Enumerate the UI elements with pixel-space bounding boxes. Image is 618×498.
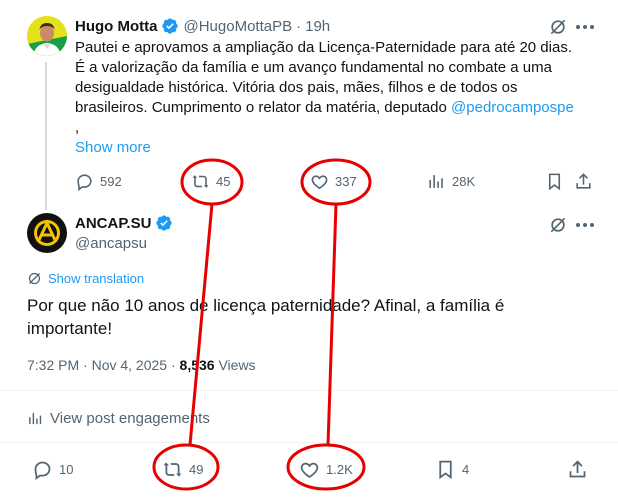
- bookmark-button[interactable]: 4: [435, 459, 469, 480]
- views-icon: [427, 172, 446, 191]
- show-translation-link[interactable]: Show translation: [27, 271, 144, 286]
- avatar-hugo-motta[interactable]: [27, 16, 67, 56]
- author-handle[interactable]: @ancapsu: [75, 235, 147, 252]
- verified-badge-icon: [161, 17, 179, 35]
- like-button[interactable]: 1.2K: [299, 459, 353, 480]
- repost-count: 49: [189, 462, 204, 477]
- header-separator: ·: [296, 17, 302, 35]
- repost-button[interactable]: 49: [162, 459, 203, 480]
- tweet2-meta: 7:32 PM · Nov 4, 2025 · 8,536 Views: [27, 357, 256, 373]
- mention-link[interactable]: @pedrocampospe: [451, 99, 574, 116]
- tweet2-views-count: 8,536: [179, 357, 215, 373]
- tweet2-text: Por que não 10 anos de licença paternida…: [27, 294, 587, 340]
- bookmark-count: 4: [462, 462, 470, 477]
- verified-badge-icon: [155, 214, 173, 232]
- tweet1-line-1: Pautei e aprovamos a ampliação da Licenç…: [75, 39, 572, 56]
- views-button[interactable]: 28K: [427, 172, 475, 191]
- tweet2-line-1: Por que não 10 anos de licença paternida…: [27, 296, 505, 315]
- tweet1-text: Pautei e aprovamos a ampliação da Licenç…: [75, 38, 600, 138]
- repost-icon: [191, 172, 210, 191]
- author-name[interactable]: ANCAP.SU: [75, 215, 151, 232]
- divider: [0, 442, 618, 443]
- view-engagements-label: View post engagements: [50, 410, 210, 427]
- repost-button[interactable]: 45: [191, 172, 230, 191]
- reply-icon: [75, 172, 94, 191]
- tweet2-header: ANCAP.SU: [75, 214, 173, 232]
- divider: [0, 390, 618, 391]
- reply-button[interactable]: 592: [75, 172, 122, 191]
- reply-count: 592: [100, 174, 122, 189]
- like-icon: [310, 172, 329, 191]
- repost-count: 45: [216, 174, 231, 189]
- reply-icon: [32, 459, 53, 480]
- avatar-ancap[interactable]: [27, 213, 67, 253]
- tweet1-header: Hugo Motta @HugoMottaPB · 19h: [75, 16, 330, 36]
- tweet-time[interactable]: 19h: [305, 18, 330, 35]
- grok-icon[interactable]: [548, 215, 568, 235]
- reply-button[interactable]: 10: [32, 459, 73, 480]
- grok-icon[interactable]: [548, 17, 568, 37]
- repost-icon: [162, 459, 183, 480]
- reply-count: 10: [59, 462, 74, 477]
- author-handle[interactable]: @HugoMottaPB: [183, 18, 292, 35]
- tweet1-line-2: É a valorização da família e um avanço f…: [75, 59, 552, 76]
- like-count: 1.2K: [326, 462, 353, 477]
- show-more-link[interactable]: Show more: [75, 139, 151, 156]
- share-icon[interactable]: [574, 172, 593, 191]
- author-name[interactable]: Hugo Motta: [75, 18, 157, 35]
- tweet2-views-label: Views: [214, 357, 256, 373]
- tweet1-line-4: brasileiros. Cumprimento o relator da ma…: [75, 99, 452, 116]
- more-icon[interactable]: [574, 215, 596, 235]
- tweet1-line-3: desigualdade histórica. Vitória dos pais…: [75, 79, 518, 96]
- engagements-icon: [27, 410, 44, 427]
- translate-icon: [27, 271, 42, 286]
- bookmark-icon[interactable]: [545, 172, 564, 191]
- like-icon: [299, 459, 320, 480]
- show-translation-label: Show translation: [48, 271, 145, 286]
- view-engagements-link[interactable]: View post engagements: [27, 410, 210, 427]
- share-icon[interactable]: [567, 459, 588, 480]
- thread-connector-line: [45, 62, 47, 210]
- views-count: 28K: [452, 174, 476, 189]
- tweet2-line-2: importante!: [27, 319, 113, 338]
- tweet2-timestamp[interactable]: 7:32 PM · Nov 4, 2025 ·: [27, 357, 180, 373]
- like-count: 337: [335, 174, 357, 189]
- tweet1-trailing: ,: [75, 119, 80, 136]
- like-button[interactable]: 337: [310, 172, 357, 191]
- bookmark-icon: [435, 459, 456, 480]
- more-icon[interactable]: [574, 17, 596, 37]
